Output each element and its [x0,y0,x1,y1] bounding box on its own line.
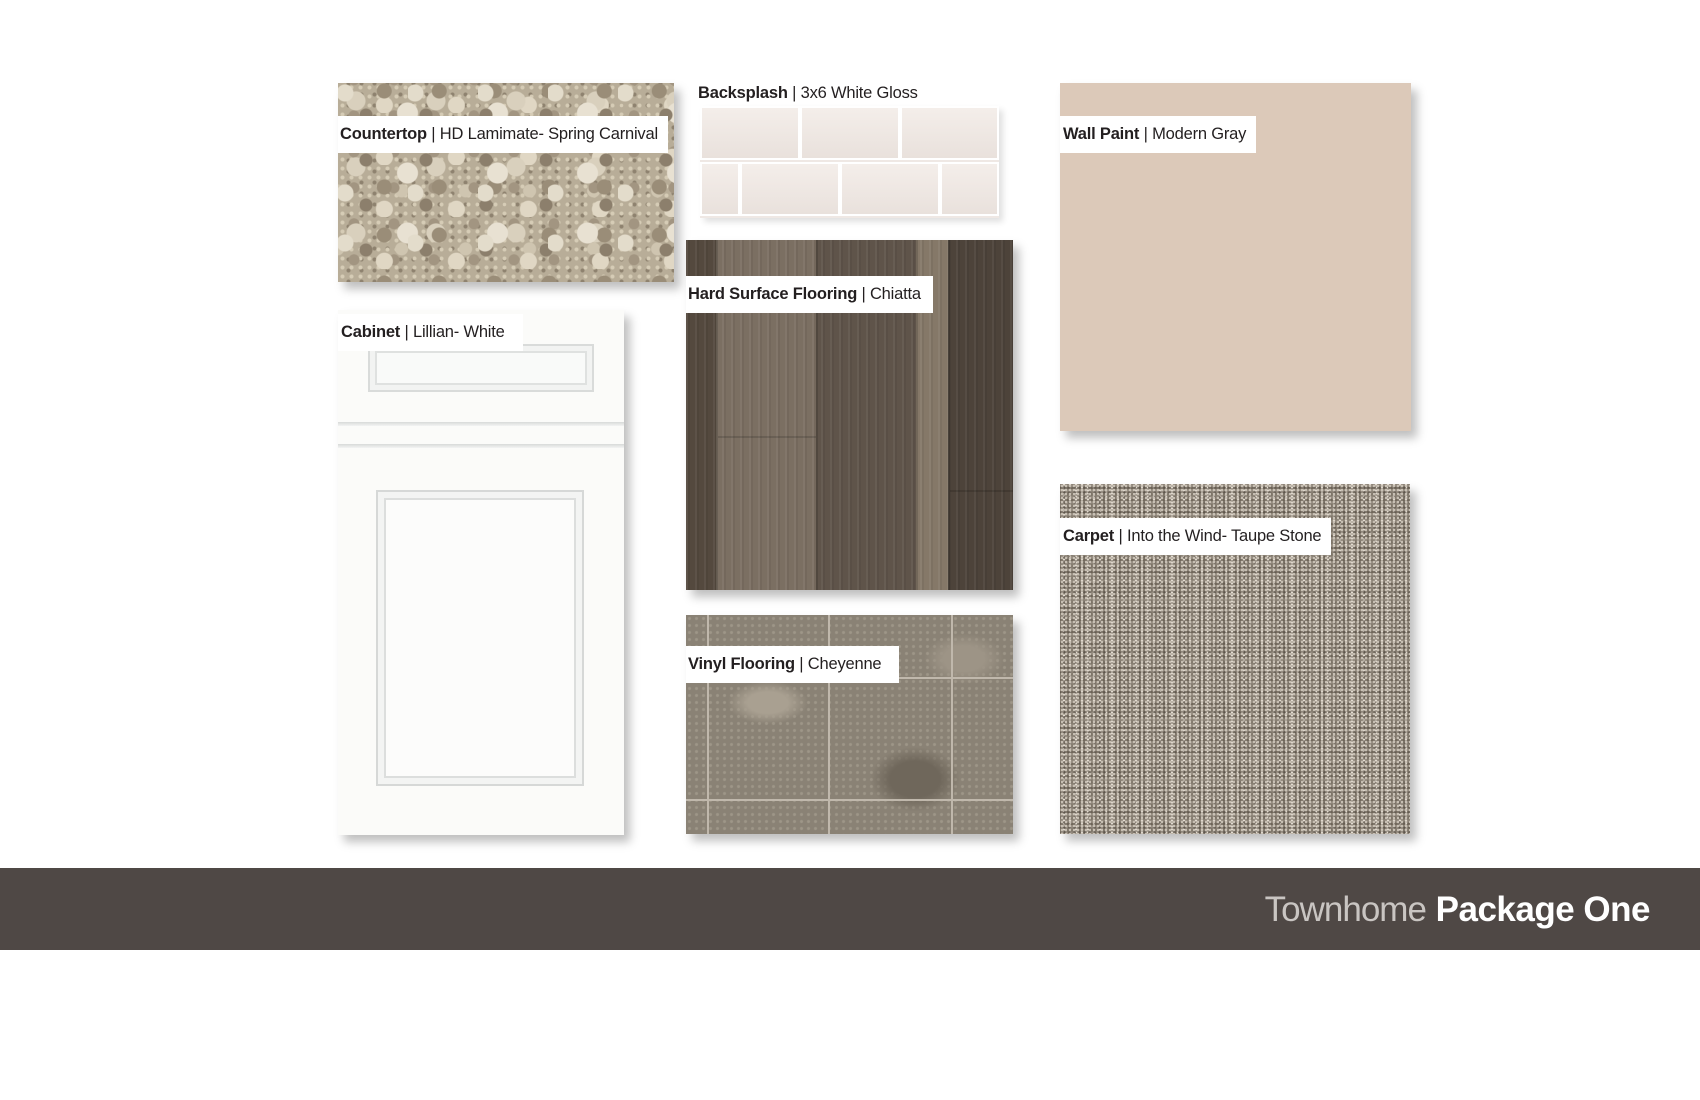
label-separator: | [861,285,866,303]
carpet-label-value: Into the Wind- Taupe Stone [1126,527,1322,545]
cabinet-door-panel [376,490,584,786]
countertop-label-value: HD Lamimate- Spring Carnival [439,125,658,143]
label-separator: | [431,125,436,143]
cabinet-swatch [338,310,624,835]
label-separator: | [1118,527,1123,545]
backsplash-label-value: 3x6 White Gloss [800,84,918,102]
label-separator: | [792,84,797,102]
cabinet-label-value: Lillian- White [412,323,505,341]
wall-paint-label: Wall Paint | Modern Gray [1060,116,1257,153]
countertop-label-name: Countertop [340,125,427,143]
label-separator: | [404,323,409,341]
cabinet-label: Cabinet | Lillian- White [338,314,523,351]
vinyl-flooring-label-name: Vinyl Flooring [688,655,795,673]
carpet-label-name: Carpet [1063,527,1115,545]
footer-bar: Townhome Package One [0,868,1700,950]
countertop-label: Countertop | HD Lamimate- Spring Carniva… [338,116,668,153]
backsplash-swatch [700,106,999,218]
package-title-bold: Package One [1435,890,1651,929]
vinyl-flooring-label: Vinyl Flooring | Cheyenne [686,646,900,683]
hard-surface-flooring-label: Hard Surface Flooring | Chiatta [686,276,933,313]
hard-surface-flooring-label-value: Chiatta [869,285,921,303]
cabinet-drawer-front [368,344,594,392]
cabinet-label-name: Cabinet [341,323,401,341]
package-title-light: Townhome [1264,890,1427,929]
label-separator: | [1143,125,1148,143]
backsplash-label-name: Backsplash [698,84,788,102]
package-title: Townhome Package One [1264,890,1651,930]
vinyl-flooring-label-value: Cheyenne [807,655,882,673]
wall-paint-label-value: Modern Gray [1152,125,1247,143]
label-separator: | [799,655,804,673]
carpet-label: Carpet | Into the Wind- Taupe Stone [1060,518,1332,555]
countertop-swatch [338,83,674,282]
hard-surface-flooring-label-name: Hard Surface Flooring [688,285,858,303]
wall-paint-label-name: Wall Paint [1063,125,1140,143]
